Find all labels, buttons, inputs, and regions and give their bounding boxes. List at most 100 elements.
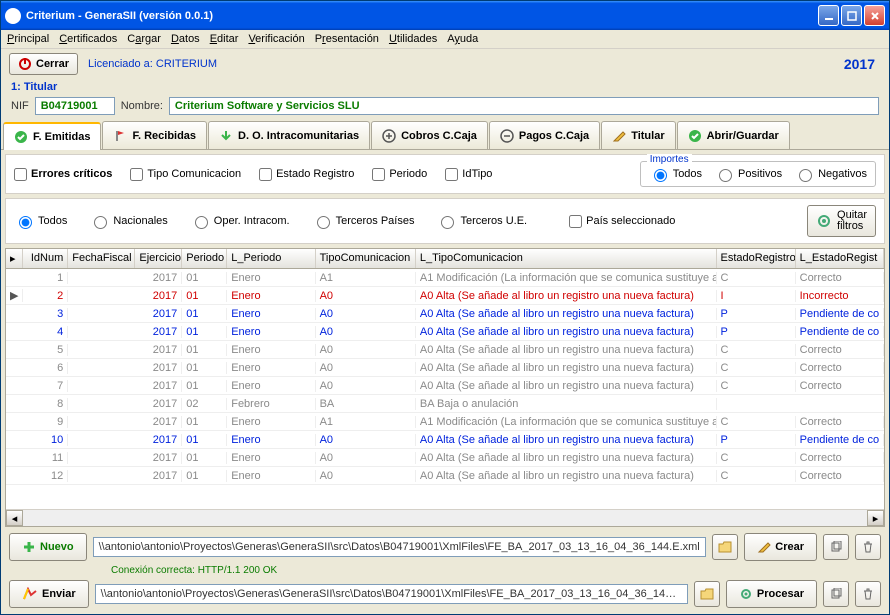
- menu-datos[interactable]: Datos: [171, 33, 200, 45]
- tab-pagos[interactable]: Pagos C.Caja: [489, 121, 600, 149]
- menubar: Principal Certificados Cargar Datos Edit…: [1, 30, 889, 49]
- table-row[interactable]: 5201701EneroA0A0 Alta (Se añade al libro…: [6, 341, 884, 359]
- gear-process-icon: [739, 587, 753, 601]
- quitar-filtros-button[interactable]: Quitar filtros: [807, 205, 876, 237]
- radio-terceros-ue[interactable]: Terceros U.E.: [436, 213, 527, 229]
- minus-circle-icon: [500, 129, 514, 143]
- path-envio[interactable]: \\antonio\antonio\Proyectos\Generas\Gene…: [93, 537, 707, 557]
- tab-abrir-guardar[interactable]: Abrir/Guardar: [677, 121, 790, 149]
- table-row[interactable]: 3201701EneroA0A0 Alta (Se añade al libro…: [6, 305, 884, 323]
- chk-pais-seleccionado[interactable]: País seleccionado: [569, 215, 675, 228]
- trash-icon: [862, 588, 874, 600]
- year-text: 2017: [844, 56, 881, 72]
- radio-importes-positivos[interactable]: Positivos: [714, 166, 782, 182]
- tab-f-recibidas[interactable]: F. Recibidas: [102, 121, 207, 149]
- tab-do-intracom[interactable]: D. O. Intracomunitarias: [208, 121, 370, 149]
- col-lestadoreg[interactable]: L_EstadoRegist: [796, 249, 884, 268]
- plus-circle-icon: [382, 129, 396, 143]
- radio-importes-negativos[interactable]: Negativos: [794, 166, 867, 182]
- col-estadoreg[interactable]: EstadoRegistro: [717, 249, 796, 268]
- col-periodo[interactable]: Periodo: [182, 249, 227, 268]
- menu-ayuda[interactable]: Ayuda: [447, 33, 478, 45]
- window-title: Criterium - GeneraSII (versión 0.0.1): [26, 10, 816, 22]
- chk-estadoreg[interactable]: Estado Registro: [259, 168, 354, 181]
- radio-nacionales[interactable]: Nacionales: [89, 213, 167, 229]
- pencil-icon: [612, 129, 626, 143]
- minimize-button[interactable]: [818, 5, 839, 26]
- grid-header: ▸ IdNum FechaFiscal Ejercicio Periodo L_…: [6, 249, 884, 269]
- chk-tipocom[interactable]: Tipo Comunicacion: [130, 168, 241, 181]
- menu-principal[interactable]: Principal: [7, 33, 49, 45]
- col-ltipocom[interactable]: L_TipoComunicacion: [416, 249, 717, 268]
- close-button[interactable]: [864, 5, 885, 26]
- chk-periodo[interactable]: Periodo: [372, 168, 427, 181]
- tab-cobros[interactable]: Cobros C.Caja: [371, 121, 488, 149]
- col-idnum[interactable]: IdNum: [23, 249, 68, 268]
- menu-editar[interactable]: Editar: [210, 33, 239, 45]
- table-row[interactable]: 9201701EneroA1A1 Modificación (La inform…: [6, 413, 884, 431]
- pencil-edit-icon: [757, 540, 771, 554]
- delete-button-2[interactable]: [855, 581, 881, 607]
- scroll-right-icon[interactable]: ▸: [867, 510, 884, 526]
- radio-importes-todos[interactable]: Todos: [649, 166, 702, 182]
- maximize-button[interactable]: [841, 5, 862, 26]
- delete-button-1[interactable]: [855, 534, 881, 560]
- cerrar-button[interactable]: Cerrar: [9, 53, 78, 75]
- copy-icon: [830, 541, 842, 553]
- nif-label: NIF: [11, 100, 29, 112]
- enviar-button[interactable]: Enviar: [9, 580, 89, 608]
- table-row[interactable]: 11201701EneroA0A0 Alta (Se añade al libr…: [6, 449, 884, 467]
- gear-icon: [816, 213, 832, 229]
- tab-titular[interactable]: Titular: [601, 121, 675, 149]
- check-green-icon: [14, 130, 28, 144]
- col-fechafiscal[interactable]: FechaFiscal: [68, 249, 135, 268]
- aeat-logo-icon: [22, 587, 38, 601]
- chk-errores[interactable]: Errores críticos: [14, 168, 112, 181]
- table-row[interactable]: ▶2201701EneroA0A0 Alta (Se añade al libr…: [6, 287, 884, 305]
- nuevo-button[interactable]: Nuevo: [9, 533, 87, 561]
- trash-icon: [862, 541, 874, 553]
- titular-section-label: 1: Titular: [1, 79, 889, 95]
- open-file-button-1[interactable]: [712, 534, 738, 560]
- h-scrollbar[interactable]: ◂ ▸: [6, 509, 884, 526]
- crear-button[interactable]: Crear: [744, 533, 817, 561]
- nif-field[interactable]: B04719001: [35, 97, 115, 115]
- power-icon: [18, 57, 32, 71]
- flag-red-icon: [113, 129, 127, 143]
- table-row[interactable]: 10201701EneroA0A0 Alta (Se añade al libr…: [6, 431, 884, 449]
- table-row[interactable]: 12201701EneroA0A0 Alta (Se añade al libr…: [6, 467, 884, 485]
- tabs: F. Emitidas F. Recibidas D. O. Intracomu…: [1, 121, 889, 150]
- nombre-label: Nombre:: [121, 100, 163, 112]
- copy-button-2[interactable]: [823, 581, 849, 607]
- folder-open-icon: [700, 587, 714, 601]
- license-text: Licenciado a: CRITERIUM: [88, 58, 217, 70]
- radio-terceros-paises[interactable]: Terceros Países: [312, 213, 415, 229]
- path-respuesta[interactable]: \\antonio\antonio\Proyectos\Generas\Gene…: [95, 584, 688, 604]
- table-row[interactable]: 7201701EneroA0A0 Alta (Se añade al libro…: [6, 377, 884, 395]
- tab-f-emitidas[interactable]: F. Emitidas: [3, 122, 101, 150]
- col-tipocom[interactable]: TipoComunicacion: [316, 249, 416, 268]
- scroll-left-icon[interactable]: ◂: [6, 510, 23, 526]
- radio-todos[interactable]: Todos: [14, 213, 67, 229]
- chk-idtipo[interactable]: IdTipo: [445, 168, 492, 181]
- nombre-field[interactable]: Criterium Software y Servicios SLU: [169, 97, 879, 115]
- menu-verificacion[interactable]: Verificación: [248, 33, 304, 45]
- radio-oper-intracom[interactable]: Oper. Intracom.: [190, 213, 290, 229]
- table-row[interactable]: 1201701EneroA1A1 Modificación (La inform…: [6, 269, 884, 287]
- data-grid[interactable]: ▸ IdNum FechaFiscal Ejercicio Periodo L_…: [5, 248, 885, 527]
- menu-utilidades[interactable]: Utilidades: [389, 33, 437, 45]
- col-ejercicio[interactable]: Ejercicio: [135, 249, 182, 268]
- col-lperiodo[interactable]: L_Periodo: [227, 249, 315, 268]
- copy-button-1[interactable]: [823, 534, 849, 560]
- menu-certificados[interactable]: Certificados: [59, 33, 117, 45]
- copy-icon: [830, 588, 842, 600]
- table-row[interactable]: 4201701EneroA0A0 Alta (Se añade al libro…: [6, 323, 884, 341]
- menu-presentacion[interactable]: Presentación: [315, 33, 379, 45]
- plus-green-icon: [22, 540, 36, 554]
- menu-cargar[interactable]: Cargar: [127, 33, 161, 45]
- open-file-button-2[interactable]: [694, 581, 720, 607]
- arrow-down-green-icon: [219, 129, 233, 143]
- table-row[interactable]: 6201701EneroA0A0 Alta (Se añade al libro…: [6, 359, 884, 377]
- procesar-button[interactable]: Procesar: [726, 580, 817, 608]
- table-row[interactable]: 8201702FebreroBABA Baja o anulación: [6, 395, 884, 413]
